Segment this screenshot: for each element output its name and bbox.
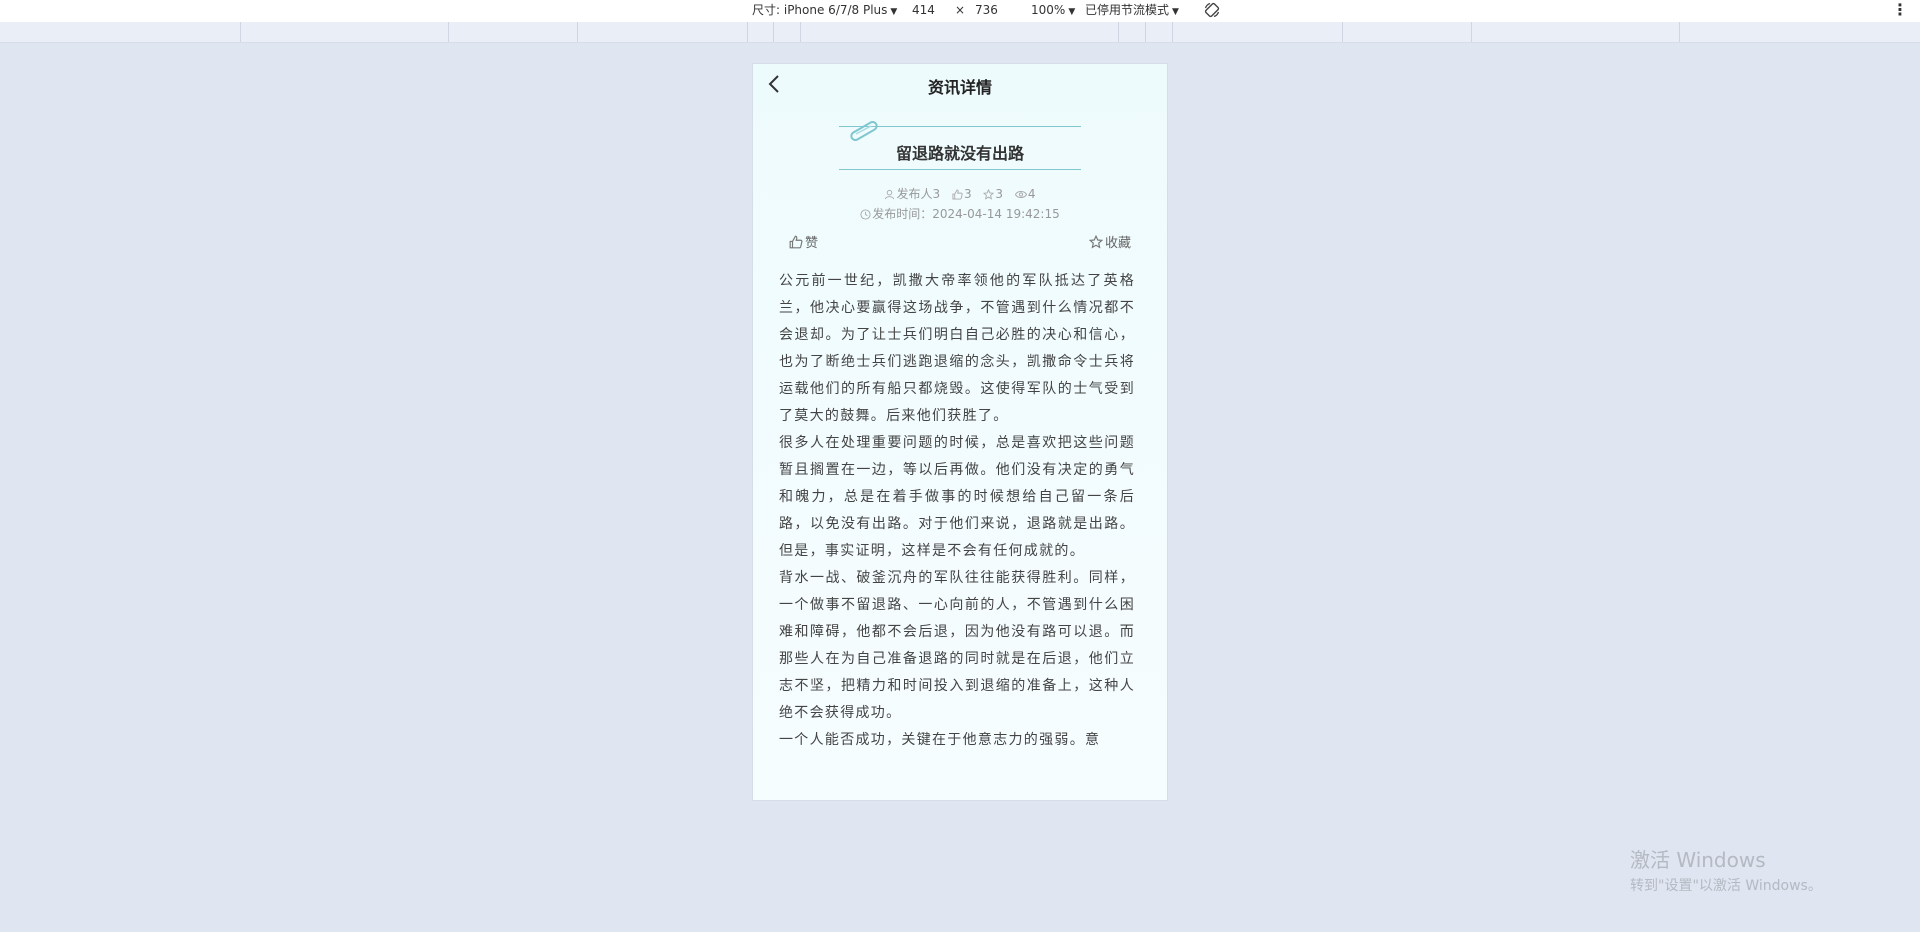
clock-icon [860,209,871,220]
article-paragraph: 很多人在处理重要问题的时候，总是喜欢把这些问题暂且搁置在一边，等以后再做。他们没… [779,435,1135,559]
paperclip-icon [847,120,881,142]
page-title: 资讯详情 [927,78,992,97]
zoom-label: 100% [1031,3,1066,17]
chevron-down-icon: ▼ [1172,7,1179,17]
more-options-icon[interactable]: ⋮ [1892,0,1908,20]
publish-time-text: 发布时间：2024-04-14 19:42:15 [872,207,1060,221]
user-icon [885,189,895,200]
thumbs-up-icon [789,235,803,249]
mobile-viewport: 资讯详情 留退路就没有出路 发布人3 3 3 4 发布时间：2024-04-14… [753,64,1167,800]
watermark-line2: 转到"设置"以激活 Windows。 [1630,878,1822,894]
like-label: 赞 [805,236,819,251]
favorite-count-value: 3 [995,187,1004,201]
star-icon [1088,234,1104,249]
width-input[interactable]: 414 [912,0,935,22]
device-toolbar: 尺寸: iPhone 6/7/8 Plus ▼ 414 × 736 100% ▼ 已… [0,0,1920,22]
like-count-value: 3 [963,187,972,201]
thumbs-up-icon [952,189,963,200]
nav-bar: 资讯详情 [753,64,1167,106]
view-count: 4 [1014,184,1036,204]
article-actions: 赞 收藏 [753,228,1167,256]
publisher-name: 发布人3 [896,187,941,201]
like-button[interactable]: 赞 [789,232,818,251]
watermark-line1: 激活 Windows [1630,848,1766,872]
chevron-down-icon: ▼ [890,7,898,17]
article-content: 公元前一世纪，凯撒大帝率领他的军队抵达了英格兰，他决心要赢得这场战争，不管遇到什… [753,256,1167,754]
windows-activation-watermark: 激活 Windows 转到"设置"以激活 Windows。 [1630,844,1822,895]
publish-time: 发布时间：2024-04-14 19:42:15 [753,204,1167,224]
favorite-button[interactable]: 收藏 [1088,232,1131,251]
like-count: 3 [952,184,972,204]
device-size-label: 尺寸: iPhone 6/7/8 Plus [752,3,888,17]
article-meta: 发布人3 3 3 4 发布时间：2024-04-14 19:42:15 [753,184,1167,224]
divider [839,169,1081,170]
article-title: 留退路就没有出路 [895,144,1024,163]
article-paragraph: 公元前一世纪，凯撒大帝率领他的军队抵达了英格兰，他决心要赢得这场战争，不管遇到什… [779,273,1135,424]
star-icon [983,188,995,200]
favorite-label: 收藏 [1104,236,1131,251]
height-input[interactable]: 736 [975,0,998,22]
throttle-label: 已停用节流模式 [1085,3,1170,17]
favorite-count: 3 [983,184,1003,204]
device-select[interactable]: 尺寸: iPhone 6/7/8 Plus ▼ [752,0,897,22]
rotate-icon[interactable] [1203,1,1221,23]
publisher-info: 发布人3 [884,184,940,204]
article-paragraph: 一个人能否成功，关键在于他意志力的强弱。意 [779,732,1101,748]
eye-icon [1014,191,1027,198]
article-paragraph: 背水一战、破釜沉舟的军队往往能获得胜利。同样，一个做事不留退路、一心向前的人，不… [779,570,1135,721]
dimension-separator: × [955,3,966,17]
view-count-value: 4 [1027,187,1036,201]
throttle-select[interactable]: 已停用节流模式 ▼ [1085,0,1179,22]
zoom-select[interactable]: 100% ▼ [1031,0,1075,22]
article-title-box: 留退路就没有出路 [839,121,1081,170]
chevron-down-icon: ▼ [1068,7,1076,17]
media-query-ruler [0,22,1920,43]
